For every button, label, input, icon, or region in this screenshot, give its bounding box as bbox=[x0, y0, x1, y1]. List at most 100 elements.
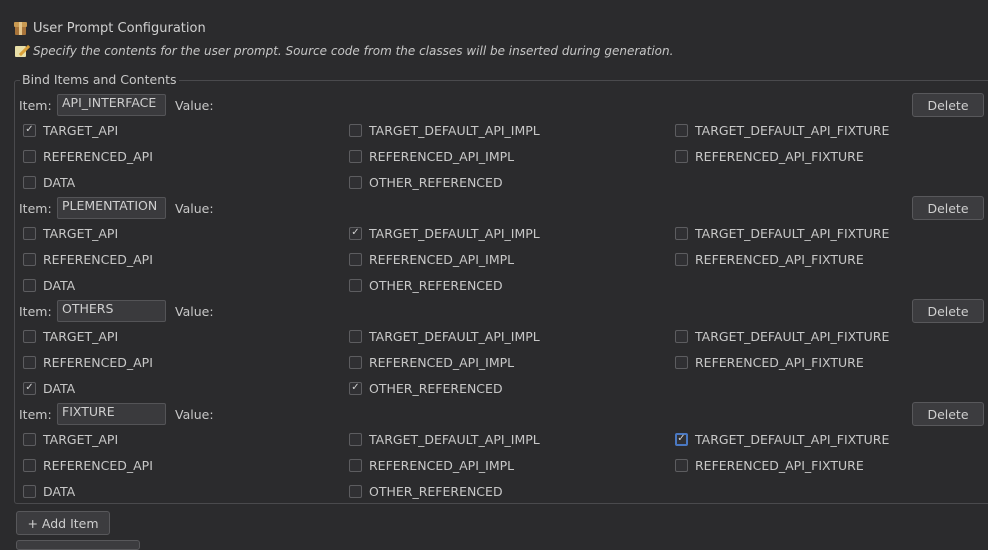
option-checkbox[interactable]: DATA bbox=[23, 174, 75, 190]
option-label: TARGET_DEFAULT_API_IMPL bbox=[369, 122, 540, 138]
option-checkbox[interactable]: OTHER_REFERENCED bbox=[349, 483, 503, 499]
option-label: DATA bbox=[43, 174, 76, 190]
checkbox-box[interactable] bbox=[675, 149, 688, 163]
option-checkbox[interactable]: REFERENCED_API_IMPL bbox=[349, 354, 514, 370]
value-label: Value: bbox=[175, 98, 214, 113]
item-label: Item: bbox=[19, 304, 52, 319]
option-label: DATA bbox=[43, 483, 76, 499]
checkmark-icon[interactable]: ✓ bbox=[349, 381, 362, 395]
option-checkbox[interactable]: REFERENCED_API bbox=[23, 148, 153, 164]
checkbox-box[interactable] bbox=[23, 149, 36, 163]
checkbox-box[interactable] bbox=[349, 252, 362, 266]
item-label: Item: bbox=[19, 407, 52, 422]
secondary-button[interactable] bbox=[16, 540, 140, 550]
checkbox-box[interactable] bbox=[349, 123, 362, 137]
checkbox-box[interactable] bbox=[349, 432, 362, 446]
checkbox-box[interactable] bbox=[349, 149, 362, 163]
option-checkbox[interactable]: ✓ TARGET_DEFAULT_API_FIXTURE bbox=[675, 431, 889, 447]
checkmark-icon[interactable]: ✓ bbox=[349, 226, 362, 240]
option-checkbox[interactable]: TARGET_API bbox=[23, 225, 118, 241]
option-checkbox[interactable]: DATA bbox=[23, 277, 75, 293]
checkbox-box[interactable] bbox=[23, 329, 36, 343]
item-name-input[interactable]: PLEMENTATION bbox=[57, 197, 166, 219]
description-row: Specify the contents for the user prompt… bbox=[14, 44, 673, 58]
checkbox-box[interactable] bbox=[675, 252, 688, 266]
delete-item-button[interactable]: Delete bbox=[912, 196, 984, 220]
checkbox-box[interactable] bbox=[675, 123, 688, 137]
option-label: OTHER_REFERENCED bbox=[369, 380, 503, 396]
option-label: TARGET_DEFAULT_API_IMPL bbox=[369, 328, 540, 344]
package-icon bbox=[14, 22, 27, 35]
checkbox-box[interactable] bbox=[23, 278, 36, 292]
option-checkbox[interactable]: TARGET_DEFAULT_API_IMPL bbox=[349, 122, 540, 138]
option-checkbox[interactable]: REFERENCED_API_FIXTURE bbox=[675, 457, 864, 473]
option-checkbox[interactable]: REFERENCED_API_FIXTURE bbox=[675, 354, 864, 370]
checkbox-box[interactable] bbox=[23, 252, 36, 266]
option-label: REFERENCED_API bbox=[43, 251, 153, 267]
item-name-input[interactable]: FIXTURE bbox=[57, 403, 166, 425]
option-checkbox[interactable]: ✓ OTHER_REFERENCED bbox=[349, 380, 503, 396]
option-checkbox[interactable]: TARGET_DEFAULT_API_FIXTURE bbox=[675, 225, 889, 241]
option-label: REFERENCED_API_FIXTURE bbox=[695, 148, 864, 164]
add-item-button[interactable]: + Add Item bbox=[16, 511, 110, 535]
checkbox-box[interactable] bbox=[349, 355, 362, 369]
option-checkbox[interactable]: REFERENCED_API_FIXTURE bbox=[675, 148, 864, 164]
option-checkbox[interactable]: TARGET_DEFAULT_API_FIXTURE bbox=[675, 122, 889, 138]
option-checkbox[interactable]: ✓ TARGET_API bbox=[23, 122, 118, 138]
option-checkbox[interactable]: OTHER_REFERENCED bbox=[349, 174, 503, 190]
option-label: TARGET_DEFAULT_API_FIXTURE bbox=[695, 328, 890, 344]
checkbox-box[interactable] bbox=[23, 484, 36, 498]
option-checkbox[interactable]: ✓ DATA bbox=[23, 380, 75, 396]
option-checkbox[interactable]: REFERENCED_API_IMPL bbox=[349, 251, 514, 267]
option-label: REFERENCED_API_IMPL bbox=[369, 457, 515, 473]
option-label: TARGET_API bbox=[43, 328, 119, 344]
delete-item-button[interactable]: Delete bbox=[912, 93, 984, 117]
item-row: Item: API_INTERFACE Value: Delete bbox=[19, 93, 984, 117]
option-label: REFERENCED_API_IMPL bbox=[369, 354, 515, 370]
checkmark-icon[interactable]: ✓ bbox=[23, 381, 36, 395]
checkbox-box[interactable] bbox=[23, 226, 36, 240]
checkbox-box[interactable] bbox=[349, 329, 362, 343]
checkbox-box[interactable] bbox=[23, 175, 36, 189]
checkbox-box[interactable] bbox=[349, 278, 362, 292]
option-checkbox[interactable]: DATA bbox=[23, 483, 75, 499]
option-label: TARGET_DEFAULT_API_FIXTURE bbox=[695, 431, 890, 447]
option-label: TARGET_API bbox=[43, 225, 119, 241]
option-checkbox[interactable]: TARGET_DEFAULT_API_IMPL bbox=[349, 328, 540, 344]
checkbox-box[interactable] bbox=[675, 458, 688, 472]
option-checkbox[interactable]: REFERENCED_API bbox=[23, 457, 153, 473]
checkmark-icon[interactable]: ✓ bbox=[23, 123, 36, 137]
checkbox-box[interactable] bbox=[23, 432, 36, 446]
checkbox-box[interactable] bbox=[675, 355, 688, 369]
checkbox-box[interactable] bbox=[349, 175, 362, 189]
option-checkbox[interactable]: REFERENCED_API bbox=[23, 251, 153, 267]
option-checkbox[interactable]: OTHER_REFERENCED bbox=[349, 277, 503, 293]
checkbox-box[interactable] bbox=[349, 484, 362, 498]
option-label: OTHER_REFERENCED bbox=[369, 483, 503, 499]
delete-item-button[interactable]: Delete bbox=[912, 299, 984, 323]
option-label: DATA bbox=[43, 380, 76, 396]
option-checkbox[interactable]: REFERENCED_API_FIXTURE bbox=[675, 251, 864, 267]
option-label: TARGET_DEFAULT_API_IMPL bbox=[369, 225, 540, 241]
option-checkbox[interactable]: REFERENCED_API_IMPL bbox=[349, 148, 514, 164]
value-label: Value: bbox=[175, 304, 214, 319]
option-label: REFERENCED_API_IMPL bbox=[369, 148, 515, 164]
item-name-input[interactable]: API_INTERFACE bbox=[57, 94, 166, 116]
option-checkbox[interactable]: REFERENCED_API_IMPL bbox=[349, 457, 514, 473]
description-text: Specify the contents for the user prompt… bbox=[33, 44, 674, 58]
option-checkbox[interactable]: TARGET_DEFAULT_API_FIXTURE bbox=[675, 328, 889, 344]
delete-item-button[interactable]: Delete bbox=[912, 402, 984, 426]
option-checkbox[interactable]: TARGET_API bbox=[23, 328, 118, 344]
option-checkbox[interactable]: ✓ TARGET_DEFAULT_API_IMPL bbox=[349, 225, 540, 241]
checkbox-box[interactable] bbox=[675, 226, 688, 240]
option-checkbox[interactable]: TARGET_DEFAULT_API_IMPL bbox=[349, 431, 540, 447]
checkbox-box[interactable] bbox=[675, 329, 688, 343]
value-label: Value: bbox=[175, 407, 214, 422]
checkmark-icon[interactable]: ✓ bbox=[675, 432, 688, 446]
item-name-input[interactable]: OTHERS bbox=[57, 300, 166, 322]
checkbox-box[interactable] bbox=[23, 458, 36, 472]
option-checkbox[interactable]: TARGET_API bbox=[23, 431, 118, 447]
option-checkbox[interactable]: REFERENCED_API bbox=[23, 354, 153, 370]
checkbox-box[interactable] bbox=[349, 458, 362, 472]
checkbox-box[interactable] bbox=[23, 355, 36, 369]
